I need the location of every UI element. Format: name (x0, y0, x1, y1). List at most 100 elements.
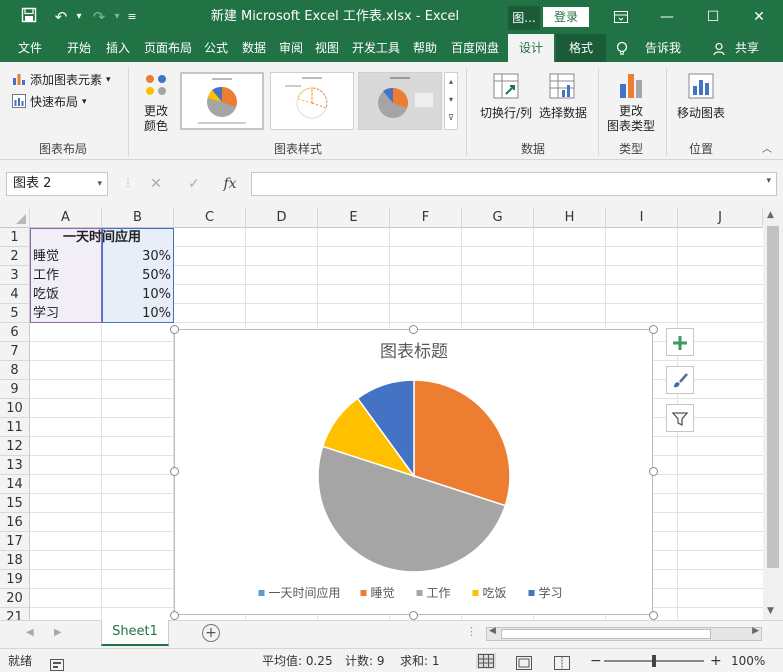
ribbon-display-options-icon[interactable] (598, 0, 644, 34)
row-header[interactable]: 12 (0, 437, 30, 456)
switch-row-column-button[interactable]: 切换行/列 (476, 106, 536, 121)
row-header[interactable]: 8 (0, 361, 30, 380)
add-chart-element-button[interactable]: 添加图表元素 (30, 70, 102, 90)
chart-legend[interactable]: 一天时间应用 睡觉 工作 吃饭 学习 (258, 585, 563, 600)
new-sheet-plus-icon[interactable]: + (202, 624, 220, 642)
page-break-preview-icon[interactable] (554, 654, 570, 670)
chart-style-thumbnail-1[interactable] (180, 72, 264, 130)
cell-a4[interactable]: 吃饭 (30, 285, 102, 304)
column-header-a[interactable]: A (30, 208, 102, 228)
chart-elements-button[interactable] (666, 328, 694, 356)
tab-home[interactable]: 开始 (58, 34, 100, 62)
row-header[interactable]: 11 (0, 418, 30, 437)
select-all-corner[interactable] (0, 208, 30, 228)
change-colors-button[interactable]: 更改 颜色 (134, 104, 178, 134)
quick-layout-button[interactable]: 快速布局 (30, 92, 78, 112)
chart-style-thumbnail-3[interactable] (358, 72, 442, 130)
cell-b4[interactable]: 10% (102, 285, 174, 304)
tab-format[interactable]: 格式 (556, 34, 606, 62)
minimize-icon[interactable]: — (644, 0, 690, 34)
save-icon[interactable] (18, 7, 40, 27)
chart-title[interactable]: 图表标题 (380, 342, 448, 361)
tab-file[interactable]: 文件 (8, 34, 52, 62)
column-header-h[interactable]: H (534, 208, 606, 228)
login-button[interactable]: 登录 (543, 7, 589, 27)
horizontal-scrollbar[interactable]: ◀ ▶ (486, 626, 762, 641)
cell-b3[interactable]: 50% (102, 266, 174, 285)
row-header[interactable]: 5 (0, 304, 30, 323)
tab-split-handle-icon[interactable]: ⋮ (466, 625, 477, 638)
tab-design[interactable]: 设计 (508, 34, 554, 62)
change-chart-type-button[interactable]: 更改 图表类型 (602, 104, 660, 134)
cell-b2[interactable]: 30% (102, 247, 174, 266)
row-header[interactable]: 13 (0, 456, 30, 475)
chevron-down-icon[interactable]: ▾ (97, 173, 102, 195)
row-header[interactable]: 18 (0, 551, 30, 570)
vertical-scroll-thumb[interactable] (767, 226, 779, 568)
add-chart-element-icon[interactable] (12, 70, 26, 90)
row-header[interactable]: 15 (0, 494, 30, 513)
cell-a2[interactable]: 睡觉 (30, 247, 102, 266)
share-button[interactable]: 共享 (730, 34, 764, 62)
vertical-scrollbar[interactable]: ▲ ▼ (763, 208, 783, 620)
insert-function-icon[interactable]: fx (218, 172, 242, 196)
select-data-icon[interactable] (546, 72, 578, 104)
cell-a3[interactable]: 工作 (30, 266, 102, 285)
name-box[interactable]: 图表 2 ▾ (6, 172, 108, 196)
row-header[interactable]: 7 (0, 342, 30, 361)
pie-chart[interactable]: 图表标题 一天时间应用 睡觉 工作 吃饭 学习 (174, 329, 653, 615)
select-data-button[interactable]: 选择数据 (536, 106, 590, 121)
row-header[interactable]: 20 (0, 589, 30, 608)
cell-a1[interactable]: 一天时间应用 (30, 228, 174, 247)
column-header-j[interactable]: J (678, 208, 763, 228)
customize-quick-access-icon[interactable]: ≡ (121, 7, 143, 27)
tab-view[interactable]: 视图 (310, 34, 344, 62)
column-header-g[interactable]: G (462, 208, 534, 228)
scroll-right-icon[interactable]: ▶ (752, 626, 759, 636)
row-header[interactable]: 14 (0, 475, 30, 494)
zoom-slider-thumb[interactable] (652, 655, 656, 667)
change-chart-type-icon[interactable] (616, 70, 646, 104)
row-header[interactable]: 9 (0, 380, 30, 399)
formula-input[interactable]: ▾ (251, 172, 777, 196)
tab-baidu-netdisk[interactable]: 百度网盘 (444, 34, 506, 62)
chart-filters-button[interactable] (666, 404, 694, 432)
tab-review[interactable]: 审阅 (274, 34, 308, 62)
scroll-sheets-left-icon[interactable]: ◀ (26, 627, 34, 638)
resize-handle[interactable] (649, 325, 658, 334)
chart-styles-scroll[interactable]: ▴ ▾ ⊽ (444, 72, 458, 130)
resize-handle[interactable] (409, 325, 418, 334)
normal-view-icon[interactable] (476, 653, 496, 669)
move-chart-button[interactable]: 移动图表 (672, 106, 730, 121)
tab-developer[interactable]: 开发工具 (346, 34, 406, 62)
column-header-d[interactable]: D (246, 208, 318, 228)
row-header[interactable]: 21 (0, 608, 30, 620)
zoom-in-icon[interactable]: + (710, 649, 722, 672)
resize-handle[interactable] (649, 467, 658, 476)
formula-bar-handle-icon[interactable]: ⋮ (116, 172, 140, 196)
row-header[interactable]: 3 (0, 266, 30, 285)
maximize-icon[interactable]: ☐ (690, 0, 736, 34)
move-chart-icon[interactable] (686, 72, 716, 104)
column-header-c[interactable]: C (174, 208, 246, 228)
resize-handle[interactable] (170, 325, 179, 334)
tab-insert[interactable]: 插入 (100, 34, 136, 62)
cell-a5[interactable]: 学习 (30, 304, 102, 323)
close-icon[interactable]: ✕ (736, 0, 782, 34)
quick-layout-icon[interactable] (12, 92, 26, 112)
tell-me-search[interactable]: 告诉我 (640, 34, 686, 62)
resize-handle[interactable] (649, 611, 658, 620)
row-header[interactable]: 16 (0, 513, 30, 532)
switch-row-column-icon[interactable] (490, 72, 522, 104)
macro-recording-icon[interactable] (50, 655, 64, 671)
collapse-ribbon-icon[interactable]: ︿ (762, 140, 772, 160)
share-person-icon[interactable] (712, 34, 728, 62)
tab-data[interactable]: 数据 (236, 34, 272, 62)
row-header[interactable]: 17 (0, 532, 30, 551)
column-header-f[interactable]: F (390, 208, 462, 228)
column-header-e[interactable]: E (318, 208, 390, 228)
page-layout-view-icon[interactable] (516, 654, 532, 670)
cell-b5[interactable]: 10% (102, 304, 174, 323)
tab-formulas[interactable]: 公式 (198, 34, 234, 62)
status-count[interactable]: 计数: 9 (345, 649, 385, 672)
